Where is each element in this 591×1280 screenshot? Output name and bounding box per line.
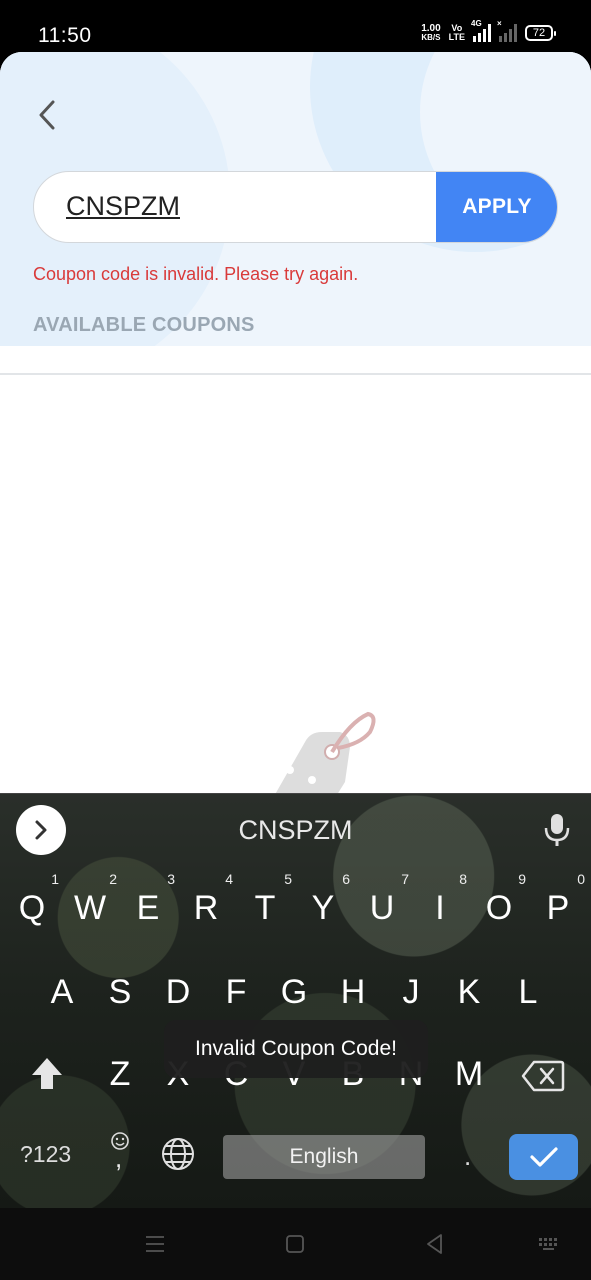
enter-key[interactable] [509,1134,578,1180]
divider [0,373,591,375]
network-speed-unit: KB/S [421,33,441,42]
key-o[interactable]: 9O [470,871,528,928]
battery-icon: 72 [525,25,556,41]
coupon-error-message: Coupon code is invalid. Please try again… [33,264,359,284]
status-indicators: 1.00 KB/S Vo LTE 4G × 72 [421,19,556,43]
status-time: 11:50 [38,24,92,47]
key-m[interactable]: M [440,1055,498,1094]
screen: 11:50 1.00 KB/S Vo LTE 4G × 72 CNSPZM AP… [0,0,591,1280]
network-speed: 1.00 KB/S [421,23,441,43]
coupon-field: CNSPZM APPLY [33,171,558,243]
chevron-left-icon [39,100,55,130]
back-triangle-icon[interactable] [423,1232,447,1256]
key-l[interactable]: L [499,973,557,1012]
status-bar: 11:50 1.00 KB/S Vo LTE 4G × 72 [0,0,591,58]
globe-icon[interactable] [160,1136,196,1172]
shift-arrow-icon [32,1058,62,1089]
chevron-right-icon [35,820,47,840]
soft-keyboard: CNSPZM 1Q 2W 3E 4R 5T 6Y 7U 8I 9O 0P A S… [0,793,591,1208]
network-type: 4G [471,19,482,28]
comma-label: , [115,1143,123,1173]
apply-button[interactable]: APPLY [436,172,557,242]
system-nav-bar [0,1208,591,1280]
volte-indicator: Vo LTE [449,24,465,42]
key-k[interactable]: K [440,973,498,1012]
back-button[interactable] [28,96,66,134]
keyboard-suggestion[interactable]: CNSPZM [0,794,591,866]
symbols-key[interactable]: ?123 [20,1141,71,1168]
coupon-screen: CNSPZM APPLY Coupon code is invalid. Ple… [0,52,591,812]
key-f[interactable]: F [207,973,265,1012]
keyboard-expand-button[interactable] [16,805,66,855]
key-g[interactable]: G [265,973,323,1012]
checkmark-icon [529,1147,558,1167]
signal-icon: 4G [471,19,491,42]
key-r[interactable]: 4R [177,871,235,928]
network-speed-value: 1.00 [421,23,441,34]
key-h[interactable]: H [324,973,382,1012]
coupon-code-input[interactable]: CNSPZM [66,172,426,241]
space-bar[interactable]: English [223,1135,425,1179]
signal-2-icon: × [497,19,517,42]
key-s[interactable]: S [91,973,149,1012]
menu-icon[interactable] [143,1232,167,1256]
key-i[interactable]: 8I [411,871,469,928]
key-w[interactable]: 2W [61,871,119,928]
key-p[interactable]: 0P [529,871,587,928]
period-key[interactable]: . [464,1141,471,1172]
volte-bottom: LTE [448,32,465,42]
key-q[interactable]: 1Q [3,871,61,928]
backspace-key[interactable] [514,1059,572,1102]
keyboard-icon[interactable] [537,1232,561,1256]
keyboard-suggestion-bar: CNSPZM [0,793,591,865]
key-d[interactable]: D [149,973,207,1012]
backspace-icon [521,1060,565,1092]
key-t[interactable]: 5T [236,871,294,928]
key-a[interactable]: A [33,973,91,1012]
key-j[interactable]: J [382,973,440,1012]
microphone-icon[interactable] [543,812,571,848]
home-square-icon[interactable] [283,1232,307,1256]
emoji-comma-key[interactable]: , [106,1131,134,1175]
no-signal-mark: × [497,19,502,28]
key-u[interactable]: 7U [353,871,411,928]
available-coupons-title: AVAILABLE COUPONS [33,314,255,336]
key-z[interactable]: Z [91,1055,149,1094]
toast-message: Invalid Coupon Code! [164,1020,428,1078]
key-e[interactable]: 3E [119,871,177,928]
key-y[interactable]: 6Y [294,871,352,928]
shift-key[interactable] [18,1055,76,1102]
